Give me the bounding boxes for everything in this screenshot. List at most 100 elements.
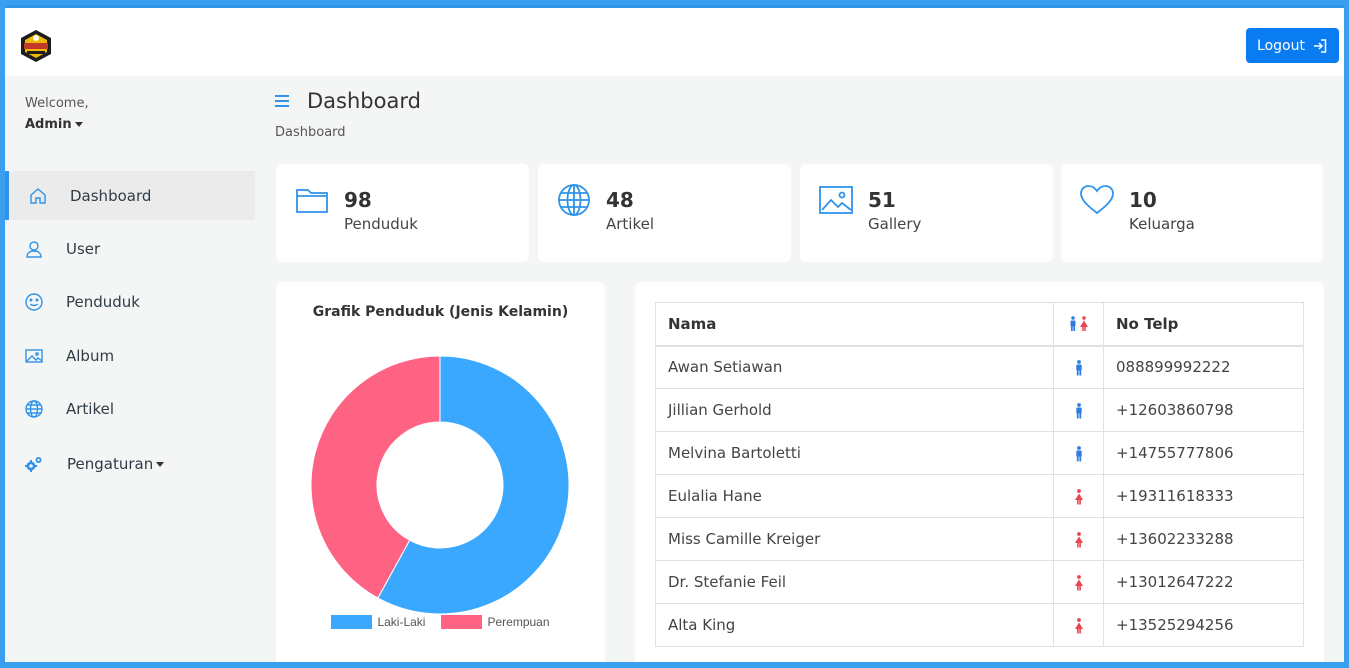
cell-nama: Alta King bbox=[655, 603, 1054, 647]
welcome-text: Welcome, bbox=[25, 96, 89, 111]
table-row[interactable]: Melvina Bartoletti +14755777806 bbox=[655, 431, 1304, 475]
stat-value: 10 bbox=[1129, 188, 1157, 212]
globe-icon bbox=[558, 184, 590, 216]
user-name: Admin bbox=[25, 117, 72, 132]
cell-gender bbox=[1053, 517, 1104, 561]
image-icon bbox=[819, 186, 853, 214]
home-icon bbox=[30, 187, 46, 204]
sidebar-item-dashboard[interactable]: Dashboard bbox=[5, 171, 255, 220]
legend-item-perempuan[interactable]: Perempuan bbox=[441, 615, 550, 629]
cell-telp: +19311618333 bbox=[1103, 474, 1304, 518]
male-icon bbox=[1075, 445, 1082, 461]
sidebar-item-label: User bbox=[66, 239, 101, 258]
app-frame: Logout Welcome, Admin Dashboard User Pen… bbox=[5, 5, 1344, 662]
column-header-nama[interactable]: Nama bbox=[655, 302, 1054, 347]
user-menu[interactable]: Admin bbox=[25, 117, 83, 132]
chart-card: Grafik Penduduk (Jenis Kelamin) Laki-Lak… bbox=[276, 282, 605, 662]
cell-gender bbox=[1053, 388, 1104, 432]
page-header: Dashboard bbox=[275, 89, 421, 113]
stat-value: 51 bbox=[868, 188, 896, 212]
sidebar-item-user[interactable]: User bbox=[5, 224, 255, 273]
folder-icon bbox=[296, 189, 328, 213]
sidebar-item-label: Artikel bbox=[66, 399, 115, 418]
penduduk-table: Nama No Telp Awan Setiawan 088899992222 … bbox=[655, 302, 1304, 647]
table-row[interactable]: Alta King +13525294256 bbox=[655, 603, 1304, 647]
logout-icon bbox=[1313, 38, 1327, 53]
male-icon bbox=[1075, 402, 1082, 418]
stat-card-gallery: 51 Gallery bbox=[800, 164, 1053, 262]
stat-card-artikel: 48 Artikel bbox=[538, 164, 791, 262]
sidebar-item-label: Dashboard bbox=[70, 186, 152, 205]
gender-donut-chart bbox=[310, 355, 570, 615]
legend-item-laki-laki[interactable]: Laki-Laki bbox=[331, 615, 425, 629]
logo[interactable] bbox=[18, 29, 54, 63]
stat-label: Penduduk bbox=[344, 215, 418, 233]
male-female-icon bbox=[1070, 316, 1088, 332]
caret-down-icon bbox=[156, 461, 165, 467]
stat-value: 48 bbox=[606, 188, 634, 212]
cell-gender bbox=[1053, 431, 1104, 475]
sidebar-item-artikel[interactable]: Artikel bbox=[5, 384, 255, 433]
table-row[interactable]: Awan Setiawan 088899992222 bbox=[655, 345, 1304, 389]
cell-telp: 088899992222 bbox=[1103, 345, 1304, 389]
sidebar-item-label: Penduduk bbox=[66, 292, 140, 311]
stat-label: Keluarga bbox=[1129, 215, 1195, 233]
menu-toggle-icon[interactable] bbox=[275, 95, 289, 107]
male-icon bbox=[1075, 359, 1082, 376]
stat-card-penduduk: 98 Penduduk bbox=[276, 164, 529, 262]
cell-nama: Melvina Bartoletti bbox=[655, 431, 1054, 475]
cell-gender bbox=[1053, 603, 1104, 647]
female-icon bbox=[1074, 617, 1083, 633]
top-navbar: Logout bbox=[5, 5, 1344, 76]
cell-nama: Jillian Gerhold bbox=[655, 388, 1054, 432]
page-title: Dashboard bbox=[307, 89, 421, 113]
cell-gender bbox=[1053, 474, 1104, 518]
sidebar-item-label: Album bbox=[66, 346, 115, 365]
chart-legend: Laki-Laki Perempuan bbox=[276, 615, 605, 629]
cell-gender bbox=[1053, 345, 1104, 389]
legend-swatch bbox=[441, 615, 483, 629]
table-row[interactable]: Eulalia Hane +19311618333 bbox=[655, 474, 1304, 518]
sidebar: Welcome, Admin Dashboard User Penduduk A… bbox=[5, 76, 255, 662]
table-row[interactable]: Dr. Stefanie Feil +13012647222 bbox=[655, 560, 1304, 604]
legend-swatch bbox=[331, 615, 373, 629]
heart-icon bbox=[1080, 185, 1114, 215]
cell-telp: +13012647222 bbox=[1103, 560, 1304, 604]
stat-label: Gallery bbox=[868, 215, 922, 233]
female-icon bbox=[1074, 488, 1083, 504]
logout-button[interactable]: Logout bbox=[1246, 28, 1339, 63]
table-row[interactable]: Miss Camille Kreiger +13602233288 bbox=[655, 517, 1304, 561]
cell-telp: +14755777806 bbox=[1103, 431, 1304, 475]
cell-telp: +13525294256 bbox=[1103, 603, 1304, 647]
cell-nama: Awan Setiawan bbox=[655, 345, 1054, 389]
user-icon bbox=[26, 240, 42, 258]
logout-label: Logout bbox=[1257, 37, 1305, 54]
sidebar-item-pengaturan[interactable]: Pengaturan bbox=[5, 439, 255, 488]
column-header-gender[interactable] bbox=[1053, 302, 1104, 347]
chart-title: Grafik Penduduk (Jenis Kelamin) bbox=[312, 304, 569, 320]
cell-nama: Miss Camille Kreiger bbox=[655, 517, 1054, 561]
table-header-row: Nama No Telp bbox=[655, 302, 1304, 347]
smile-icon bbox=[25, 292, 43, 311]
caret-down-icon bbox=[74, 122, 83, 127]
cell-nama: Dr. Stefanie Feil bbox=[655, 560, 1054, 604]
legend-label: Perempuan bbox=[487, 615, 550, 629]
sidebar-item-album[interactable]: Album bbox=[5, 331, 255, 380]
table-row[interactable]: Jillian Gerhold +12603860798 bbox=[655, 388, 1304, 432]
cell-telp: +13602233288 bbox=[1103, 517, 1304, 561]
stat-value: 98 bbox=[344, 188, 372, 212]
image-icon bbox=[25, 348, 43, 363]
stat-card-keluarga: 10 Keluarga bbox=[1061, 164, 1323, 262]
breadcrumb: Dashboard bbox=[275, 125, 346, 140]
sidebar-item-label: Pengaturan bbox=[67, 455, 165, 473]
stat-label: Artikel bbox=[606, 215, 655, 233]
cell-telp: +12603860798 bbox=[1103, 388, 1304, 432]
table-card: Nama No Telp Awan Setiawan 088899992222 … bbox=[635, 282, 1324, 662]
cell-nama: Eulalia Hane bbox=[655, 474, 1054, 518]
gears-icon bbox=[25, 456, 42, 472]
cell-gender bbox=[1053, 560, 1104, 604]
sidebar-item-penduduk[interactable]: Penduduk bbox=[5, 277, 255, 326]
female-icon bbox=[1074, 574, 1083, 590]
column-header-no-telp[interactable]: No Telp bbox=[1103, 302, 1304, 347]
female-icon bbox=[1074, 531, 1083, 547]
